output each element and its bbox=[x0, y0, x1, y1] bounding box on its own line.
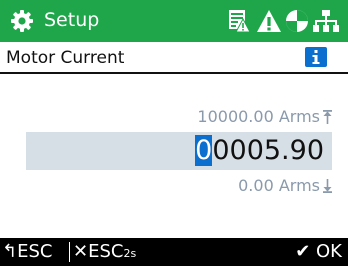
esc-long-softkey[interactable]: ✕ESC2s bbox=[73, 238, 136, 266]
warning-icon bbox=[257, 10, 281, 32]
header-divider bbox=[0, 72, 348, 74]
gear-icon bbox=[11, 10, 33, 32]
ok-softkey[interactable]: ✔ OK bbox=[295, 238, 342, 266]
value-input[interactable]: 00005.90 bbox=[26, 132, 332, 170]
max-limit: 10000.00 Arms bbox=[197, 106, 332, 128]
status-circle-icon bbox=[286, 10, 308, 32]
parameter-header: Motor Current bbox=[0, 44, 348, 72]
min-limit: 0.00 Arms bbox=[238, 175, 332, 197]
parameter-title: Motor Current bbox=[6, 48, 125, 68]
cursor-digit: 0 bbox=[195, 135, 213, 166]
title-bar: Setup bbox=[0, 0, 348, 42]
screen-title: Setup bbox=[44, 9, 100, 31]
esc-long-label: ESC bbox=[88, 241, 124, 262]
table-warning-icon bbox=[229, 10, 250, 33]
softkey-bar: ↰ESC ✕ESC2s ✔ OK bbox=[0, 238, 348, 266]
esc-long-duration: 2s bbox=[123, 247, 137, 260]
network-tree-icon bbox=[313, 10, 339, 32]
device-screen: Setup Motor Current 10000.00 Arms 00005.… bbox=[0, 0, 348, 266]
check-icon: ✔ bbox=[295, 241, 311, 262]
max-limit-value: 10000.00 Arms bbox=[197, 107, 320, 126]
min-limit-icon bbox=[323, 179, 332, 193]
softkey-separator bbox=[69, 242, 70, 262]
esc-label: ESC bbox=[17, 241, 53, 262]
cancel-icon: ✕ bbox=[73, 241, 89, 262]
esc-softkey[interactable]: ↰ESC bbox=[2, 238, 52, 266]
back-arrow-icon: ↰ bbox=[2, 241, 18, 262]
info-icon[interactable] bbox=[305, 47, 327, 67]
value-text: 00005.90 bbox=[195, 133, 324, 169]
value-digits: 0005.90 bbox=[212, 135, 324, 166]
ok-label: OK bbox=[316, 241, 342, 262]
min-limit-value: 0.00 Arms bbox=[238, 176, 320, 195]
max-limit-icon bbox=[323, 110, 332, 124]
